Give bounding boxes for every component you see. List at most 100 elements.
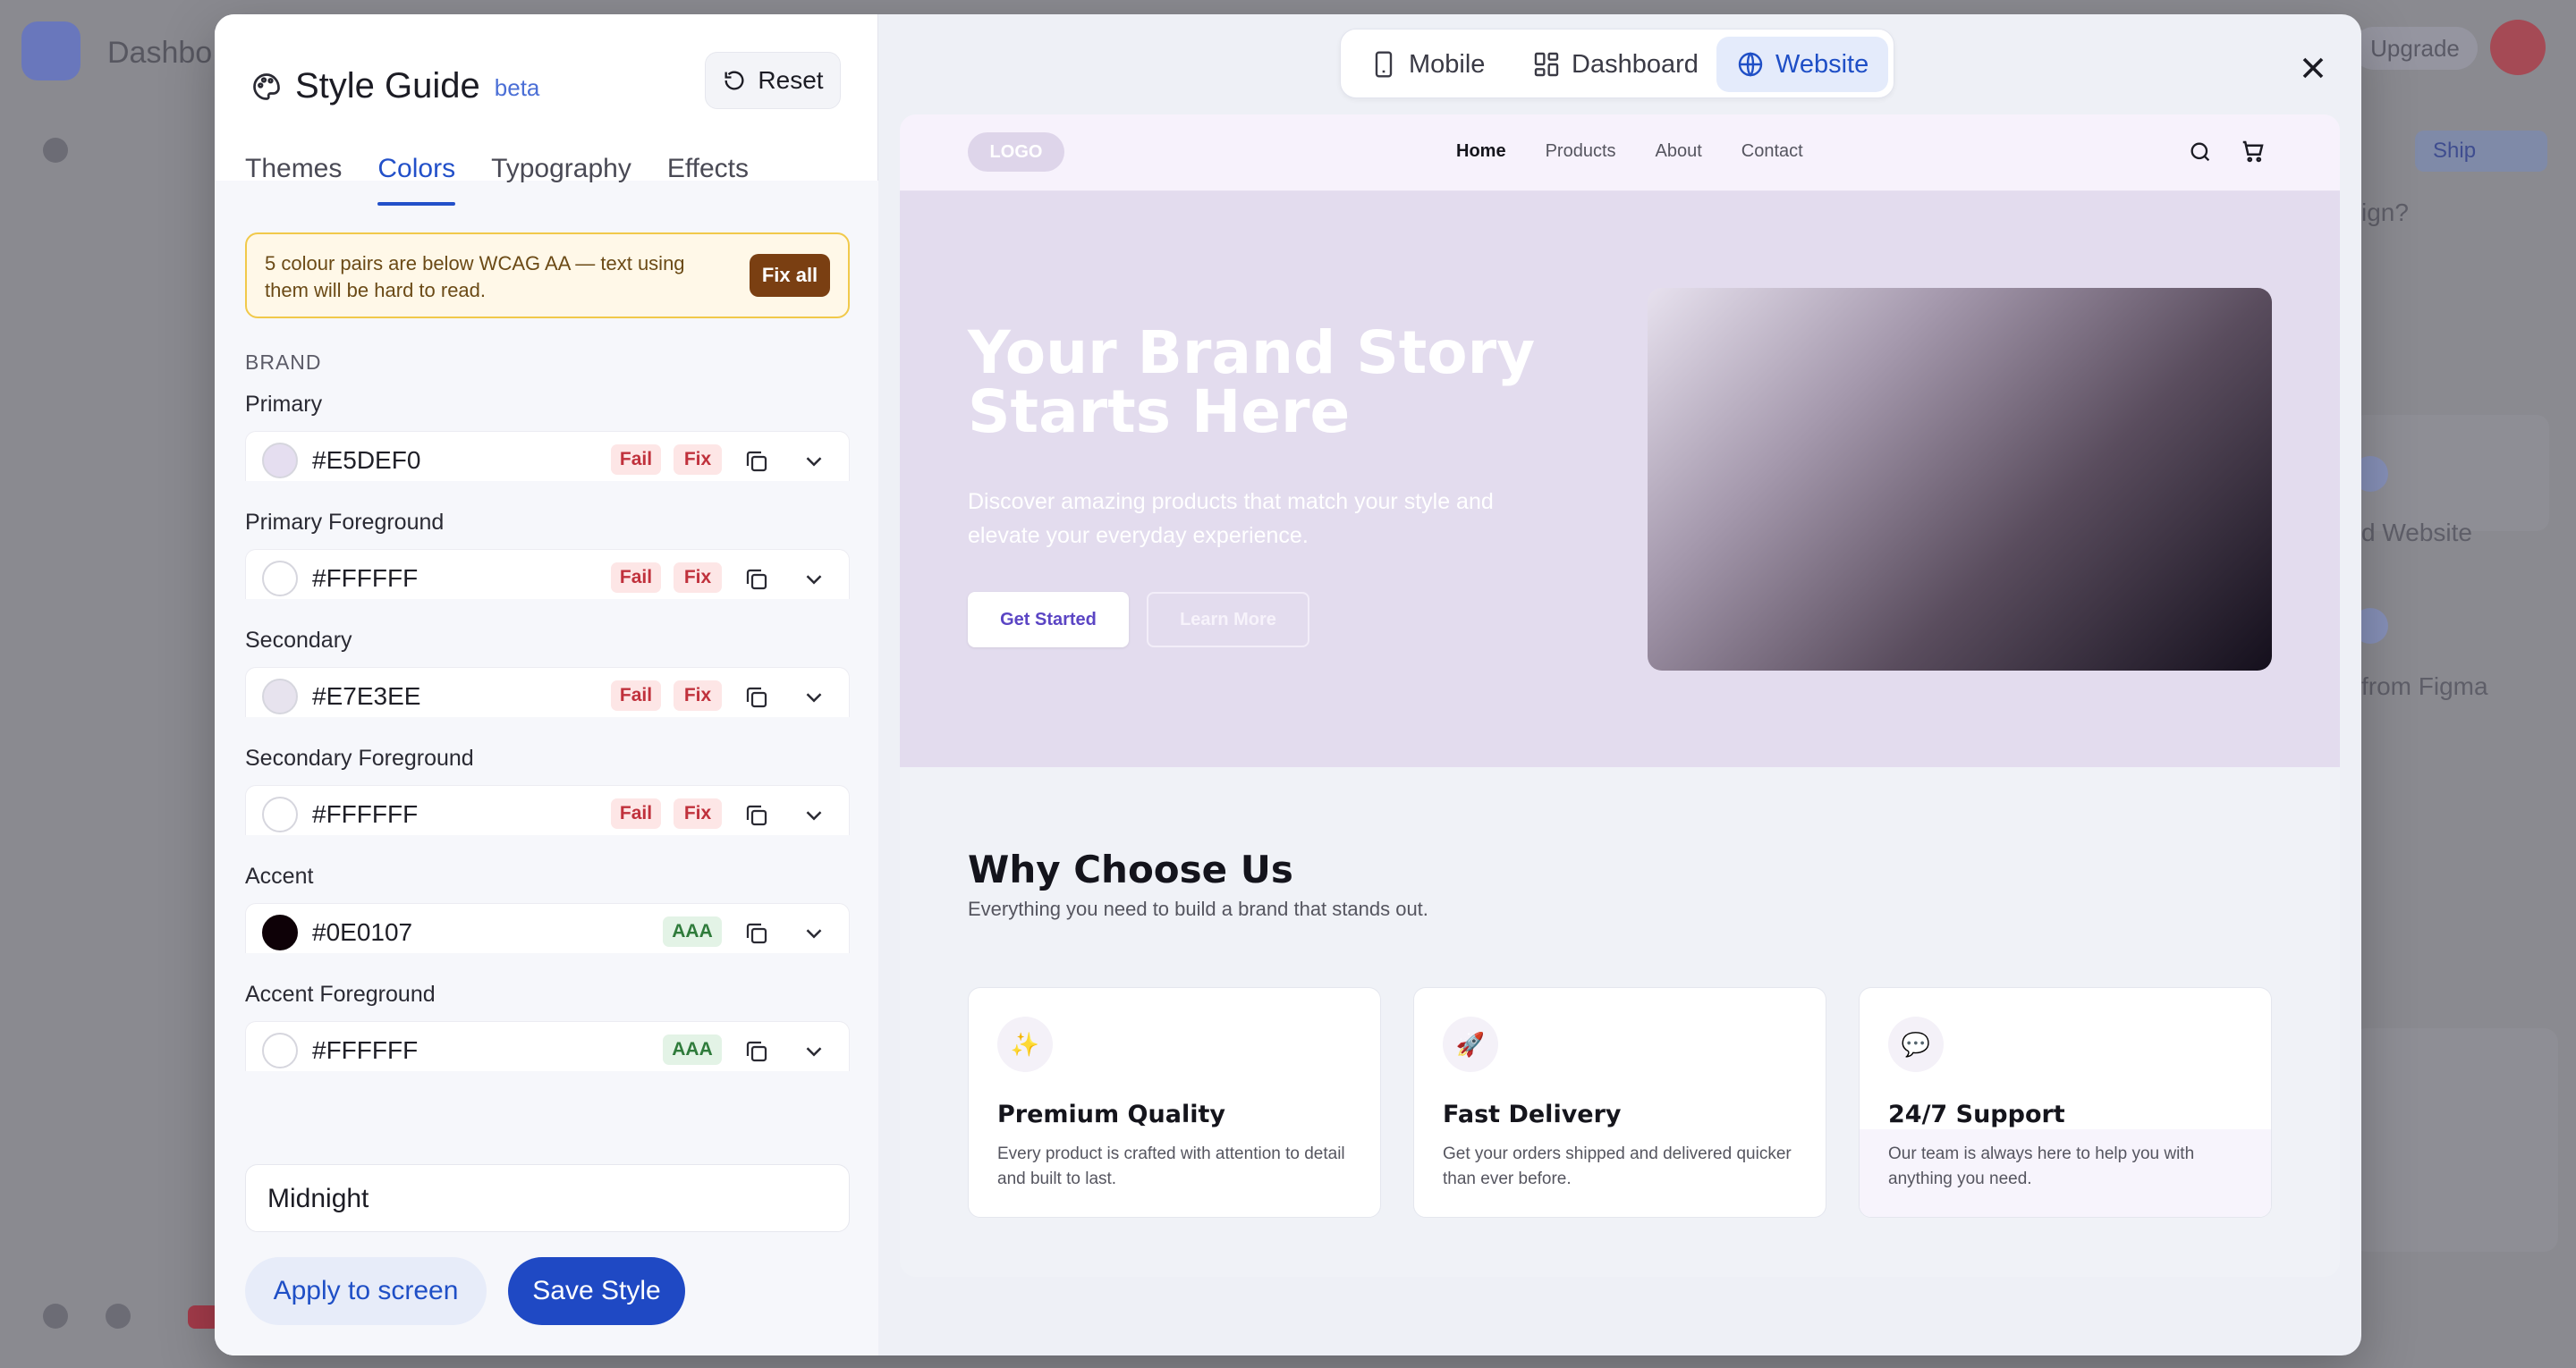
- color-swatch[interactable]: [262, 1033, 298, 1068]
- palette-icon: [253, 72, 280, 100]
- color-row-accent: #0E0107 AAA: [245, 903, 850, 953]
- tab-colors[interactable]: Colors: [377, 154, 455, 206]
- feature-description: Get your orders shipped and delivered qu…: [1443, 1144, 1792, 1188]
- color-label: Primary Foreground: [245, 510, 445, 535]
- backdrop-text: d Website: [2361, 519, 2472, 546]
- warning-text: 5 colour pairs are below WCAG AA — text …: [265, 252, 685, 301]
- chevron-down-icon[interactable]: [801, 920, 827, 947]
- preview-navbar: LOGO Home Products About Contact: [900, 114, 2340, 191]
- learn-more-button[interactable]: Learn More: [1147, 592, 1309, 647]
- fail-badge: Fail: [611, 680, 661, 711]
- get-started-button[interactable]: Get Started: [968, 592, 1129, 647]
- fix-button[interactable]: Fix: [674, 562, 722, 593]
- website-option[interactable]: Website: [1716, 37, 1889, 92]
- website-preview: LOGO Home Products About Contact Your Br…: [900, 114, 2340, 1277]
- color-swatch[interactable]: [262, 443, 298, 478]
- page-title: Style Guide: [295, 66, 480, 106]
- hero-section: Your Brand Story Starts Here Discover am…: [900, 191, 2340, 767]
- feature-description: Every product is crafted with attention …: [997, 1144, 1345, 1188]
- mobile-label: Mobile: [1409, 49, 1486, 79]
- app-title: Dashbo: [107, 36, 213, 70]
- color-swatch[interactable]: [262, 915, 298, 950]
- fix-button[interactable]: Fix: [674, 444, 722, 475]
- menu-icon: [43, 138, 68, 163]
- tab-themes[interactable]: Themes: [245, 154, 342, 202]
- color-swatch[interactable]: [262, 679, 298, 714]
- search-icon[interactable]: [2188, 139, 2213, 165]
- tab-effects[interactable]: Effects: [667, 154, 749, 202]
- chat-bubble-icon: 💬: [1888, 1017, 1944, 1072]
- feature-title: 24/7 Support: [1888, 1101, 2065, 1128]
- app-logo: [21, 21, 80, 80]
- style-name-input[interactable]: Midnight: [245, 1164, 850, 1232]
- mobile-icon: [1375, 51, 1393, 78]
- tab-typography[interactable]: Typography: [491, 154, 631, 202]
- hex-value[interactable]: #FFFFFF: [312, 1036, 418, 1065]
- cart-icon[interactable]: [2240, 138, 2267, 165]
- color-row-secondary-foreground: #FFFFFF Fail Fix: [245, 785, 850, 835]
- hex-value[interactable]: #E7E3EE: [312, 682, 420, 711]
- chevron-down-icon[interactable]: [801, 802, 827, 829]
- color-label: Accent: [245, 864, 314, 889]
- color-row-accent-foreground: #FFFFFF AAA: [245, 1021, 850, 1071]
- nav-link-about[interactable]: About: [1656, 141, 1702, 162]
- nav-link-contact[interactable]: Contact: [1741, 141, 1803, 162]
- color-label: Secondary Foreground: [245, 746, 474, 771]
- chevron-down-icon[interactable]: [801, 684, 827, 711]
- chevron-down-icon[interactable]: [801, 566, 827, 593]
- preview-nav-links: Home Products About Contact: [1456, 141, 1843, 162]
- section-label: BRAND: [245, 350, 322, 374]
- chevron-down-icon[interactable]: [801, 448, 827, 475]
- fail-badge: Fail: [611, 444, 661, 475]
- color-swatch[interactable]: [262, 561, 298, 596]
- panel-header: Style Guide beta: [250, 66, 539, 106]
- globe-icon: [1738, 52, 1763, 77]
- copy-icon[interactable]: [743, 802, 770, 829]
- copy-icon[interactable]: [743, 566, 770, 593]
- feature-card: ✨ Premium Quality Every product is craft…: [968, 987, 1381, 1218]
- hex-value[interactable]: #0E0107: [312, 918, 412, 947]
- hex-value[interactable]: #FFFFFF: [312, 800, 418, 829]
- feature-title: Fast Delivery: [1443, 1101, 1622, 1128]
- fix-button[interactable]: Fix: [674, 798, 722, 829]
- style-guide-panel: Style Guide beta Reset Themes Colors Typ…: [215, 14, 878, 1355]
- nav-link-home[interactable]: Home: [1456, 141, 1506, 162]
- backdrop-text: ign?: [2361, 198, 2409, 226]
- color-label: Primary: [245, 392, 323, 417]
- chevron-down-icon[interactable]: [801, 1038, 827, 1065]
- close-icon[interactable]: [2295, 50, 2331, 86]
- feature-description: Our team is always here to help you with…: [1888, 1144, 2195, 1188]
- apply-to-screen-button[interactable]: Apply to screen: [245, 1257, 487, 1325]
- reset-button[interactable]: Reset: [705, 52, 841, 109]
- section-subtitle: Everything you need to build a brand tha…: [968, 898, 1428, 920]
- hero-subtitle: Discover amazing products that match you…: [968, 489, 1494, 548]
- color-row-primary: #E5DEF0 Fail Fix: [245, 431, 850, 481]
- fix-all-button[interactable]: Fix all: [750, 254, 830, 297]
- color-swatch[interactable]: [262, 797, 298, 832]
- hex-value[interactable]: #E5DEF0: [312, 446, 420, 475]
- backdrop-icon: [106, 1304, 131, 1329]
- save-style-button[interactable]: Save Style: [508, 1257, 685, 1325]
- fail-badge: Fail: [611, 562, 661, 593]
- fix-button[interactable]: Fix: [674, 680, 722, 711]
- hero-image: [1648, 288, 2272, 671]
- reset-label: Reset: [758, 66, 824, 94]
- fail-badge: Fail: [611, 798, 661, 829]
- preview-switcher: Mobile Dashboard Website: [1340, 29, 1894, 98]
- sparkles-icon: ✨: [997, 1017, 1053, 1072]
- dashboard-option[interactable]: Dashboard: [1513, 37, 1718, 92]
- mobile-option[interactable]: Mobile: [1350, 37, 1504, 92]
- copy-icon[interactable]: [743, 684, 770, 711]
- nav-link-products[interactable]: Products: [1546, 141, 1616, 162]
- section-title: Why Choose Us: [968, 848, 1293, 891]
- copy-icon[interactable]: [743, 1038, 770, 1065]
- copy-icon[interactable]: [743, 448, 770, 475]
- copy-icon[interactable]: [743, 920, 770, 947]
- color-row-primary-foreground: #FFFFFF Fail Fix: [245, 549, 850, 599]
- dashboard-label: Dashboard: [1572, 49, 1699, 79]
- backdrop-icon: [43, 1304, 68, 1329]
- color-row-secondary: #E7E3EE Fail Fix: [245, 667, 850, 717]
- hex-value[interactable]: #FFFFFF: [312, 564, 418, 593]
- aaa-badge: AAA: [663, 916, 722, 947]
- website-label: Website: [1775, 49, 1869, 79]
